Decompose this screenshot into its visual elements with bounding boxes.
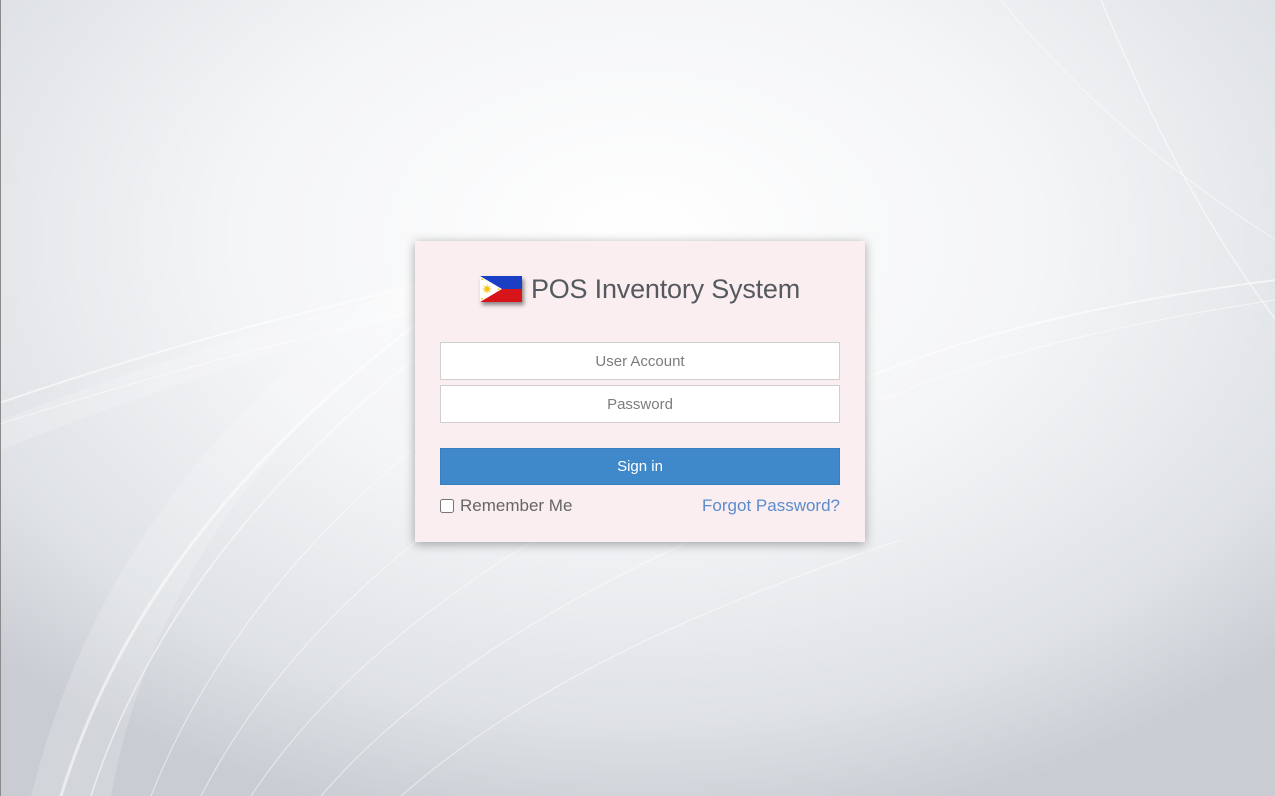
forgot-password-link[interactable]: Forgot Password? xyxy=(702,495,840,517)
password-input[interactable] xyxy=(440,385,840,423)
remember-me-checkbox[interactable] xyxy=(440,499,454,513)
user-account-input[interactable] xyxy=(440,342,840,380)
sign-in-button[interactable]: Sign in xyxy=(440,448,840,485)
remember-me[interactable]: Remember Me xyxy=(440,495,572,517)
brand-header: POS Inventory System xyxy=(415,271,865,307)
remember-me-label: Remember Me xyxy=(460,496,573,515)
app-title: POS Inventory System xyxy=(530,273,801,304)
login-card: POS Inventory System Sign in Remember Me… xyxy=(415,241,865,542)
philippine-flag-icon xyxy=(479,276,522,302)
